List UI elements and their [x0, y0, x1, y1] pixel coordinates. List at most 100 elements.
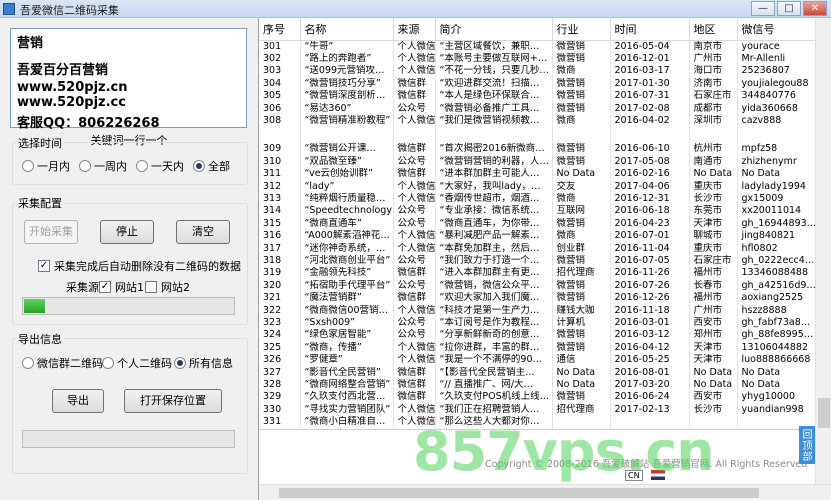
table-row[interactable]: 327 “影音代全民营销” 微信群 “【影音代全民营销主… No Data 2016-08… [259, 366, 817, 380]
radio-dot [22, 357, 34, 369]
start-collect-button[interactable]: 开始采集 [24, 220, 78, 244]
table-row[interactable]: 325 “微商，传播” 个人微信 “拉你进群，丰富的群… 微营销 2016-04-12 天津… [259, 341, 817, 355]
table-cell: 公众号 [393, 255, 436, 268]
table-cell: 微营销 [552, 40, 611, 53]
radio-dot [102, 357, 114, 369]
radio-group-qr[interactable]: 微信群二维码 [22, 355, 103, 371]
horizontal-scrollbar[interactable] [259, 484, 831, 500]
table-cell: yuandian998 [737, 403, 817, 417]
table-cell: “双品微至臻” [300, 155, 394, 169]
scroll-thumb[interactable] [818, 398, 830, 428]
table-cell: 交友 [552, 180, 611, 193]
table-cell: 2017-04-06 [610, 180, 690, 193]
radio-day[interactable]: 一天内 [136, 158, 184, 174]
table-row[interactable]: 315 “微商直通车” 公众号 “微商直通车，为你带… 微营销 2016-04-23 天津市… [259, 217, 817, 231]
table-cell: 2016-04-23 [610, 217, 690, 231]
table-cell: 微信群 [393, 267, 436, 280]
stop-button[interactable]: 停止 [100, 220, 154, 244]
table-cell: 13106044882 [737, 341, 817, 355]
close-button[interactable]: ✕ [803, 1, 827, 16]
table-row[interactable]: 305 “微营销深度剖析… 微信群 “本人是绿色环保联合… 微营销 2016-07-31 石… [259, 90, 817, 103]
export-button[interactable]: 导出 [52, 389, 104, 413]
table-row[interactable]: 311 “ve云创始训群” 微信群 “进本群加群主可能人… No Data 2016-02… [259, 168, 817, 181]
table-cell: 微商 [552, 114, 611, 128]
table-cell: “久玖支付西北营… [300, 391, 394, 404]
table-row[interactable]: 301 “牛哥” 个人微信 “主营区域餐饮，兼职… 微营销 2016-05-04 南京市 yo… [259, 40, 817, 53]
table-row[interactable]: 326 “罗健章” 个人微信 “我是一个不满停的90… 通信 2016-05-25 天津市 l… [259, 354, 817, 367]
table-row[interactable]: 314 “Speedtechnology” 公众号 “专业承接：微信系统… 互联网 201… [259, 205, 817, 218]
keyword-textbox[interactable]: 营销 吾爱百分百营销 www.520pjz.cn www.520pjz.cc 客… [10, 28, 247, 131]
radio-all[interactable]: 全部 [193, 158, 230, 174]
table-cell: “微商小白精准自… [300, 416, 394, 429]
table-cell: 2017-03-20 [610, 379, 690, 392]
table-cell: 通信 [552, 354, 611, 367]
table-cell: 个人微信 [393, 230, 436, 243]
column-header[interactable]: 名称 [300, 18, 394, 41]
table-row[interactable] [259, 127, 817, 144]
left-panel: 营销 吾爱百分百营销 www.520pjz.cn www.520pjz.cc 客… [0, 18, 258, 500]
table-cell: 微营销 [552, 255, 611, 268]
table-row[interactable]: 329 “久玖支付西北营… 微信群 “久玖支付POS机线上线… 微营销 2016-06-2… [259, 391, 817, 404]
table-row[interactable]: 312 “lady” 个人微信 “大家好，我叫lady，… 交友 2017-04-06 重庆… [259, 180, 817, 193]
table-cell: 330 [259, 403, 301, 417]
back-to-top-button[interactable]: 回顶部 [799, 426, 816, 464]
table-cell: “微营销技巧分享” [300, 77, 394, 91]
table-row[interactable]: 323 “Sxsh009” 公众号 “本订阅号是作为教程… 计算机 2016-03-01 西… [259, 317, 817, 330]
table-cell: 个人微信 [393, 52, 436, 66]
table-cell: 2016-04-02 [610, 114, 690, 128]
table-row[interactable]: 316 “A000解素滔神花… 个人微信 “暴利减肥产品一解素… 微商 2016-07-0… [259, 230, 817, 243]
ad-line-1: 营销 [17, 36, 44, 51]
table-row[interactable]: 310 “双品微至臻” 公众号 “微营销营销的利器，人… 微营销 2017-05-08 南通… [259, 155, 817, 169]
table-row[interactable]: 313 “纯粹烟行质量稳… 个人微信 “香烟传世超市，烟酒… 微商 2016-12-31 长… [259, 192, 817, 206]
column-header[interactable]: 行业 [552, 18, 611, 41]
table-cell: “首次揭密2016新微商… [435, 143, 553, 156]
table-cell: 福州市 [689, 267, 738, 280]
table-row[interactable]: 306 “易达360” 公众号 “微营销必备推广工具… 微营销 2017-02-08 成都市… [259, 102, 817, 115]
column-header[interactable]: 地区 [689, 18, 738, 41]
auto-delete-checkbox[interactable]: ✓ 采集完成后自动删除没有二维码的数据 [38, 258, 241, 274]
column-header[interactable]: 时间 [610, 18, 690, 41]
table-row[interactable]: 322 “微商微信00营销… 个人微信 “科技才是第一生产力… 赚钱大咖 2016-11-… [259, 304, 817, 318]
table-cell: 317 [259, 242, 301, 255]
results-table[interactable]: 序号 名称 来源 简介 行业 时间 地区 微信号 301 “牛哥” 个人微信 “主营区域餐饮，兼职…… [259, 18, 817, 429]
open-folder-button[interactable]: 打开保存位置 [124, 389, 222, 413]
column-header[interactable]: 来源 [393, 18, 436, 41]
table-row[interactable]: 328 “微商网络整合营销” 微信群 “// 直播推广、网/大… No Data 2017… [259, 379, 817, 392]
scroll-thumb[interactable] [279, 488, 759, 498]
radio-personal-qr[interactable]: 个人二维码 [102, 355, 172, 371]
table-cell: 305 [259, 90, 301, 103]
table-cell: “微商，传播” [300, 341, 394, 355]
table-row[interactable]: 319 “金融领先科技” 微信群 “进入本群加群主有更… 招代理商 2016-11-26 福… [259, 267, 817, 280]
radio-month[interactable]: 一月内 [22, 158, 70, 174]
clear-button[interactable]: 清空 [176, 220, 230, 244]
table-row[interactable]: 304 “微营销技巧分享” 微信群 “欢迎进群交流！扫描… 微营销 2017-01-30 济… [259, 77, 817, 91]
maximize-button[interactable]: □ [777, 1, 801, 16]
column-header[interactable]: 序号 [259, 18, 301, 41]
table-row[interactable]: 321 “魔法营销群” 微信群 “欢迎大家加入我们魔… 微营销 2016-12-26 福州市… [259, 292, 817, 305]
table-cell: “ve云创始训群” [300, 168, 394, 181]
table-cell: 微信群 [393, 168, 436, 181]
table-row[interactable]: 330 “寻找实力营销团队” 个人微信 “我们正在招聘营销人… 招代理商 2017-02-… [259, 403, 817, 417]
table-cell: 公众号 [393, 102, 436, 115]
radio-all-info[interactable]: 所有信息 [174, 355, 233, 371]
table-cell: “lady” [300, 180, 394, 193]
table-row[interactable]: 302 “路上的奔跑者” 个人微信 “本账号主要做互联网+… 微营销 2016-12-01… [259, 52, 817, 66]
table-cell: “微营销公开课… [300, 143, 394, 156]
column-header[interactable]: 微信号 [737, 18, 817, 41]
table-row[interactable]: 308 “微营销精准粉教程” 个人微信 “我们是微营销视频教… 微商 2016-04-02… [259, 114, 817, 128]
table-row[interactable]: 324 “绿色家居智能” 公众号 “分享新鲜新奇的创意… 微营销 2016-03-12 郑州… [259, 329, 817, 342]
table-cell: “久玖支付POS机线上线… [435, 391, 553, 404]
table-row[interactable]: 318 “河北微商创业平台” 公众号 “我们致力于打造一个… 微营销 2016-07-05… [259, 255, 817, 268]
table-cell: “大家好，我叫lady，… [435, 180, 553, 193]
source-site2[interactable]: 网站2 [145, 279, 190, 295]
table-row[interactable]: 320 “拓宿助手代理平台” 公众号 “微营销，微信公众平… 微营销 2016-07-26… [259, 279, 817, 293]
table-row[interactable]: 309 “微营销公开课… 微信群 “首次揭密2016新微商… 微营销 2016-06-10… [259, 143, 817, 156]
table-row[interactable]: 317 “迷你神奇系统，… 个人微信 “本群免加群主，然后… 创业群 2016-11-04… [259, 242, 817, 255]
vertical-scrollbar[interactable] [815, 18, 831, 484]
source-site1[interactable]: ✓ 网站1 [99, 279, 144, 295]
table-row[interactable]: 303 “送099元营销攻… 个人微信 “不花一分钱，只要几秒… 微商 2016-03-1… [259, 65, 817, 78]
column-header[interactable]: 简介 [435, 18, 553, 41]
minimize-button[interactable]: — [751, 1, 775, 16]
table-cell: 2016-03-17 [610, 65, 690, 78]
radio-week[interactable]: 一周内 [79, 158, 127, 174]
